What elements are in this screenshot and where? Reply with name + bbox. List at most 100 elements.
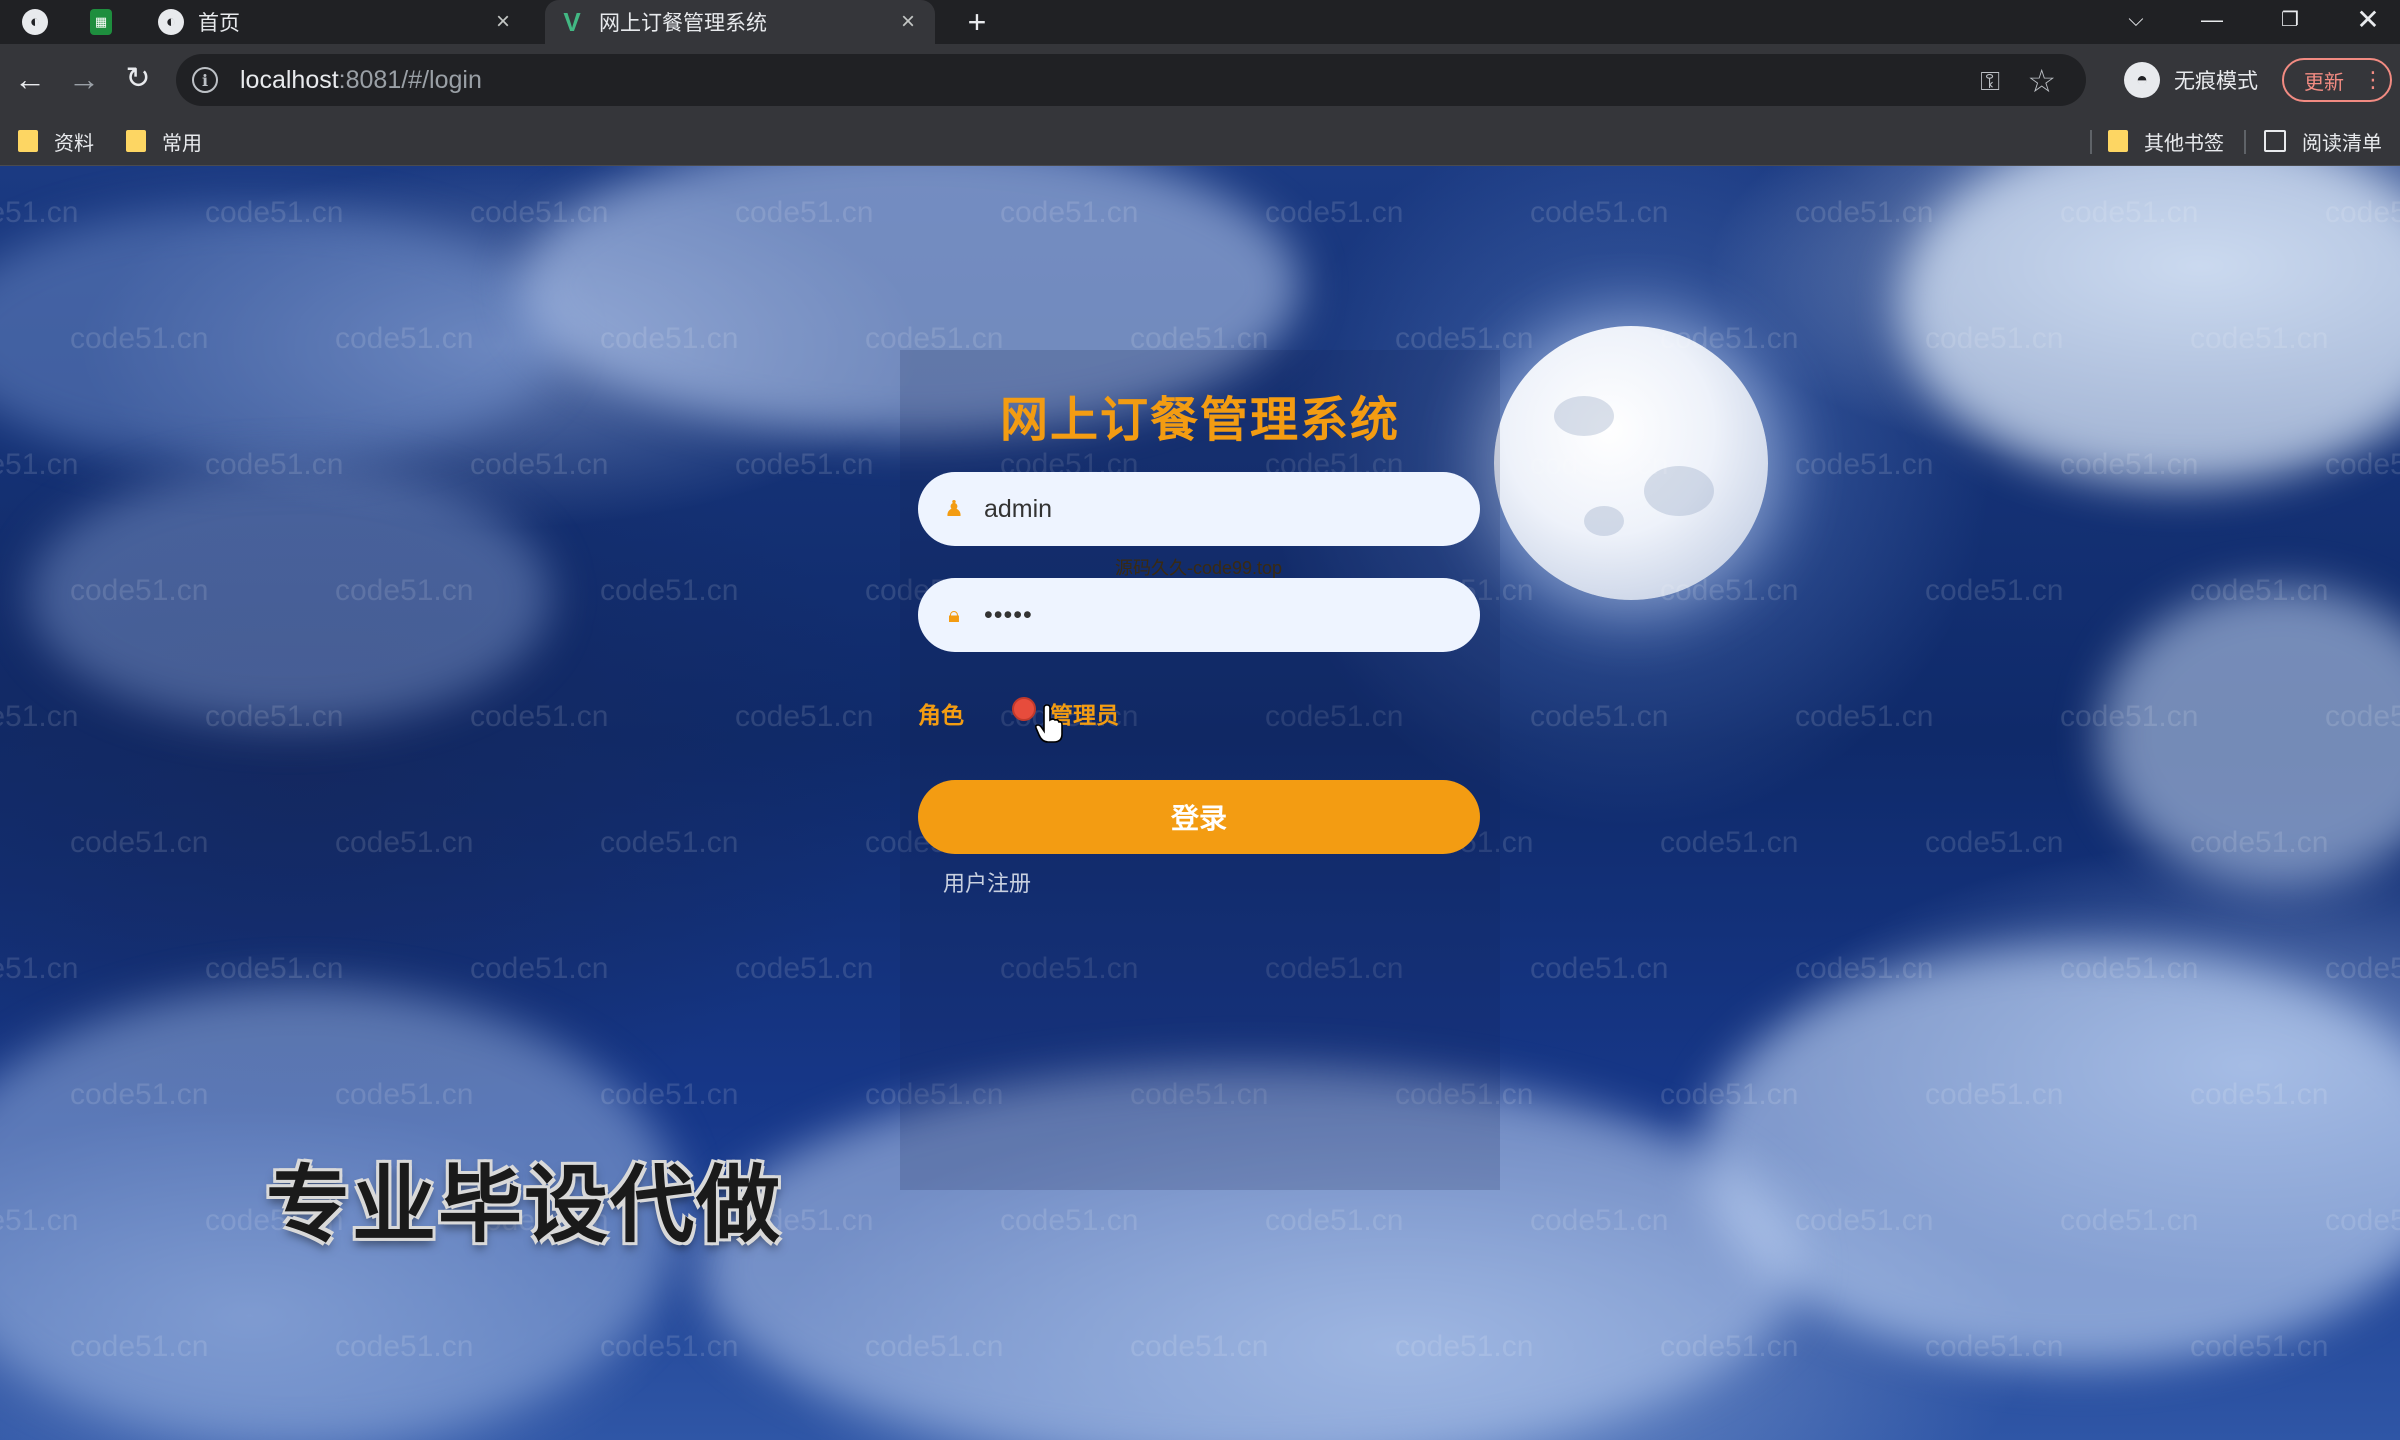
role-radio-admin[interactable]: [1012, 697, 1036, 721]
tab-pinned-browser[interactable]: ◐: [22, 0, 64, 44]
watermark-text: code51.cn: [70, 1078, 209, 1111]
login-title: 网上订餐管理系统: [999, 394, 1400, 447]
address-toolbar: ← → ↻ i localhost:8081/#/login ⚿ ☆ ◓ 无痕模…: [0, 44, 2400, 116]
promo-overlay-text: 专业毕设代做: [266, 1158, 783, 1252]
watermark-text: code51.cn: [1660, 1330, 1799, 1363]
watermark-text: code51.cn: [1530, 952, 1669, 985]
watermark-text: code51.cn: [1000, 196, 1139, 229]
watermark-text: code51.cn: [335, 322, 474, 355]
watermark-text: code51.cn: [470, 952, 609, 985]
url-host: localhost: [240, 65, 339, 94]
watermark-text: code51.cn: [1530, 196, 1669, 229]
watermark-text: code51.cn: [205, 952, 344, 985]
watermark-text: code51.cn: [0, 196, 79, 229]
watermark-text: code51.cn: [70, 574, 209, 607]
update-label: 更新: [2304, 71, 2344, 94]
watermark-text: code51.cn: [1000, 1204, 1139, 1237]
tab-home[interactable]: ◐ 首页 ×: [150, 0, 530, 44]
watermark-text: code51.cn: [2060, 196, 2199, 229]
watermark-text: code51.cn: [1130, 1330, 1269, 1363]
lock-icon: 🔒︎: [948, 602, 960, 627]
bookmark-star-icon[interactable]: ☆: [2027, 62, 2056, 100]
watermark-text: code51.cn: [1795, 700, 1934, 733]
watermark-text: code51.cn: [205, 196, 344, 229]
cloud: [1700, 946, 2400, 1366]
bookmarks-bar: 资料 常用 其他书签 阅读清单: [0, 116, 2400, 166]
bookmark-folder-ziliao[interactable]: 资料: [18, 126, 94, 156]
site-info-icon[interactable]: i: [192, 67, 218, 93]
moon-crater: [1554, 396, 1614, 436]
reading-list[interactable]: 阅读清单: [2264, 126, 2382, 156]
reload-icon[interactable]: ↻: [118, 60, 158, 100]
password-input[interactable]: [984, 600, 1464, 630]
watermark-text: code51.cn: [2325, 448, 2400, 481]
watermark-text: code51.cn: [470, 700, 609, 733]
watermark-text: code51.cn: [600, 1330, 739, 1363]
watermark-text: code51.cn: [735, 952, 874, 985]
watermark-text: code51.cn: [735, 196, 874, 229]
minimize-icon[interactable]: —: [2192, 2, 2232, 42]
watermark-text: code51.cn: [2060, 700, 2199, 733]
close-window-icon[interactable]: ✕: [2348, 2, 2388, 42]
tab-pinned-sheets[interactable]: ▦: [90, 0, 132, 44]
watermark-text: code51.cn: [2325, 196, 2400, 229]
watermark-text: code51.cn: [2190, 1330, 2329, 1363]
url-text: localhost:8081/#/login: [240, 66, 482, 95]
user-icon: ♟: [944, 496, 964, 521]
watermark-text: code51.cn: [1925, 322, 2064, 355]
new-tab-icon[interactable]: +: [960, 6, 994, 40]
watermark-text: code51.cn: [1530, 448, 1669, 481]
register-link[interactable]: 用户注册: [943, 866, 1031, 898]
watermark-text: code51.cn: [1795, 196, 1934, 229]
bookmark-other[interactable]: 其他书签: [2108, 126, 2224, 156]
bookmark-label: 其他书签: [2144, 132, 2224, 155]
watermark-text: code51.cn: [1660, 1078, 1799, 1111]
close-tab-icon[interactable]: ×: [895, 9, 921, 35]
watermark-text: code51.cn: [0, 700, 79, 733]
watermark-text: code51.cn: [2325, 700, 2400, 733]
watermark-text: code51.cn: [2325, 1204, 2400, 1237]
watermark-text: code51.cn: [335, 574, 474, 607]
watermark-text: code51.cn: [205, 448, 344, 481]
password-key-icon[interactable]: ⚿: [1980, 66, 2000, 98]
address-bar[interactable]: i localhost:8081/#/login ⚿ ☆: [176, 54, 2086, 106]
watermark-text: code51.cn: [1530, 700, 1669, 733]
watermark-text: code51.cn: [1660, 826, 1799, 859]
login-button[interactable]: 登录: [918, 780, 1480, 854]
bookmarks-divider: [2090, 130, 2092, 154]
watermark-text: code51.cn: [1265, 196, 1404, 229]
watermark-text: code51.cn: [865, 1330, 1004, 1363]
close-tab-icon[interactable]: ×: [490, 9, 516, 35]
username-input[interactable]: [984, 494, 1464, 524]
tab-search-icon[interactable]: ⌵: [2116, 2, 2156, 42]
globe-icon: ◐: [158, 9, 184, 35]
watermark-text: code51.cn: [2060, 1204, 2199, 1237]
watermark-text: code51.cn: [1795, 448, 1934, 481]
password-field[interactable]: 🔒︎: [918, 578, 1480, 652]
forward-icon[interactable]: →: [64, 60, 104, 100]
watermark-text: code51.cn: [2325, 952, 2400, 985]
bookmarks-divider: [2244, 130, 2246, 154]
reading-list-icon: [2264, 130, 2286, 152]
update-button[interactable]: 更新 ⋮: [2282, 58, 2392, 102]
tab-active[interactable]: V 网上订餐管理系统 ×: [545, 0, 935, 44]
watermark-text: code51.cn: [1395, 1330, 1534, 1363]
watermark-text: code51.cn: [600, 322, 739, 355]
restore-icon[interactable]: ❐: [2270, 2, 2310, 42]
watermark-text: code51.cn: [335, 1330, 474, 1363]
watermark-text: code51.cn: [600, 826, 739, 859]
watermark-text: code51.cn: [735, 448, 874, 481]
watermark-text: code51.cn: [2190, 1078, 2329, 1111]
back-icon[interactable]: ←: [10, 60, 50, 100]
incognito-indicator[interactable]: ◓ 无痕模式: [2124, 58, 2258, 102]
watermark-text: code51.cn: [1925, 826, 2064, 859]
url-path: :8081/#/login: [338, 65, 482, 94]
username-field[interactable]: ♟: [918, 472, 1480, 546]
watermark-text: code51.cn: [2060, 448, 2199, 481]
watermark-text: code51.cn: [1660, 574, 1799, 607]
bookmark-folder-changyong[interactable]: 常用: [126, 126, 202, 156]
watermark-text: code51.cn: [70, 322, 209, 355]
folder-icon: [2108, 130, 2128, 152]
watermark-text: code51.cn: [470, 448, 609, 481]
watermark-text: code51.cn: [735, 700, 874, 733]
